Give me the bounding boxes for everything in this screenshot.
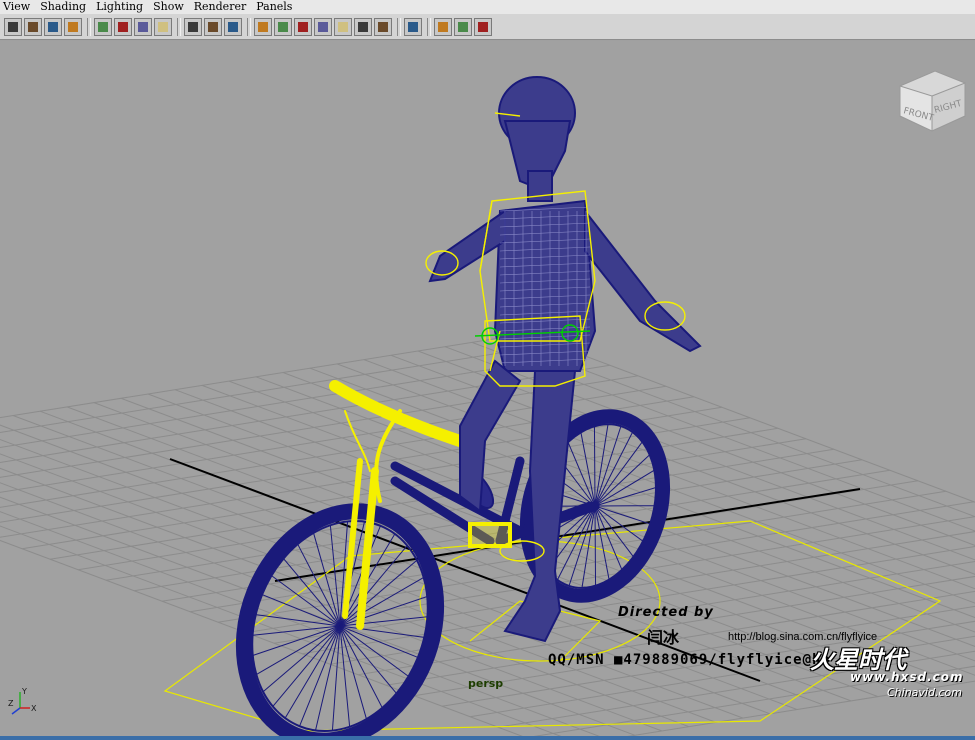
bookmarks-icon-glyph bbox=[48, 21, 58, 32]
wheel-spoke bbox=[339, 625, 419, 658]
image-plane-icon-glyph bbox=[68, 21, 78, 32]
wheel-spoke bbox=[594, 505, 597, 586]
safe-action-icon[interactable] bbox=[154, 17, 172, 36]
image-plane-icon[interactable] bbox=[64, 17, 82, 36]
shadows-icon[interactable] bbox=[314, 17, 332, 36]
site-url: www.hxsd.com bbox=[850, 670, 964, 684]
film-gate-icon-glyph bbox=[118, 21, 128, 32]
panel-toolbar bbox=[0, 14, 975, 40]
backface-culling-icon-glyph bbox=[458, 21, 468, 32]
watermark-contact: QQ/MSN ■479889069/flyflyice@ho bbox=[548, 652, 831, 668]
wireframe-icon-glyph bbox=[258, 21, 268, 32]
character-mesh[interactable] bbox=[428, 76, 702, 643]
textured-icon-glyph bbox=[298, 21, 308, 32]
xray-icon[interactable] bbox=[354, 17, 372, 36]
site-url-secondary: Chinavid.com bbox=[887, 686, 962, 699]
heads-up-display-icon[interactable] bbox=[224, 17, 242, 36]
grid-line bbox=[525, 333, 975, 503]
wheel-spoke bbox=[261, 594, 341, 627]
resolution-gate-icon-glyph bbox=[138, 21, 148, 32]
textured-icon[interactable] bbox=[294, 17, 312, 36]
wheel-spoke bbox=[339, 625, 397, 694]
gate-mask-icon[interactable] bbox=[204, 17, 222, 36]
toolbar-separator bbox=[87, 17, 91, 36]
xray-joints-icon[interactable] bbox=[374, 17, 392, 36]
xray-joints-icon-glyph bbox=[378, 21, 388, 32]
menu-view[interactable]: View bbox=[0, 0, 33, 14]
use-lights-icon[interactable] bbox=[334, 17, 352, 36]
wireframe-icon[interactable] bbox=[254, 17, 272, 36]
safe-action-icon-glyph bbox=[158, 21, 168, 32]
render-icon-glyph bbox=[478, 21, 488, 32]
heads-up-display-icon-glyph bbox=[228, 21, 238, 32]
lock-camera-icon-glyph bbox=[28, 21, 38, 32]
use-lights-icon-glyph bbox=[338, 21, 348, 32]
two-sided-lighting-icon-glyph bbox=[438, 21, 448, 32]
select-camera-icon[interactable] bbox=[4, 17, 22, 36]
two-sided-lighting-icon[interactable] bbox=[434, 17, 452, 36]
shadows-icon-glyph bbox=[318, 21, 328, 32]
wheel-spoke bbox=[594, 505, 610, 580]
window-bottom-edge bbox=[0, 736, 975, 740]
axis-z-label: Z bbox=[8, 699, 14, 708]
wheel-spoke bbox=[593, 426, 596, 507]
toolbar-separator bbox=[247, 17, 251, 36]
grid-icon[interactable] bbox=[94, 17, 112, 36]
bookmarks-icon[interactable] bbox=[44, 17, 62, 36]
toolbar-separator bbox=[427, 17, 431, 36]
axis-x-label: X bbox=[31, 704, 37, 713]
select-camera-icon-glyph bbox=[8, 21, 18, 32]
isolate-select-icon[interactable] bbox=[404, 17, 422, 36]
smooth-shade-icon[interactable] bbox=[274, 17, 292, 36]
axis-y-label: Y bbox=[21, 687, 27, 696]
menu-shading[interactable]: Shading bbox=[37, 0, 89, 14]
gate-mask-icon-glyph bbox=[208, 21, 218, 32]
lock-camera-icon[interactable] bbox=[24, 17, 42, 36]
menu-renderer[interactable]: Renderer bbox=[191, 0, 249, 14]
render-icon[interactable] bbox=[474, 17, 492, 36]
watermark-author: 闫冰 bbox=[647, 628, 680, 647]
toolbar-separator bbox=[397, 17, 401, 36]
backface-culling-icon[interactable] bbox=[454, 17, 472, 36]
xray-icon-glyph bbox=[358, 21, 368, 32]
watermark-directed-by: Directed by bbox=[618, 605, 714, 620]
menu-lighting[interactable]: Lighting bbox=[93, 0, 146, 14]
grid-icon-glyph bbox=[98, 21, 108, 32]
toolbar-separator bbox=[177, 17, 181, 36]
menu-show[interactable]: Show bbox=[150, 0, 187, 14]
camera-name-label: persp bbox=[468, 677, 504, 690]
menu-panels[interactable]: Panels bbox=[253, 0, 295, 14]
resolution-gate-icon[interactable] bbox=[134, 17, 152, 36]
panel-menubar: View Shading Lighting Show Renderer Pane… bbox=[0, 0, 975, 14]
smooth-shade-icon-glyph bbox=[278, 21, 288, 32]
isolate-select-icon-glyph bbox=[408, 21, 418, 32]
field-chart-icon-glyph bbox=[188, 21, 198, 32]
wheel-spoke bbox=[262, 625, 341, 693]
film-gate-icon[interactable] bbox=[114, 17, 132, 36]
field-chart-icon[interactable] bbox=[184, 17, 202, 36]
